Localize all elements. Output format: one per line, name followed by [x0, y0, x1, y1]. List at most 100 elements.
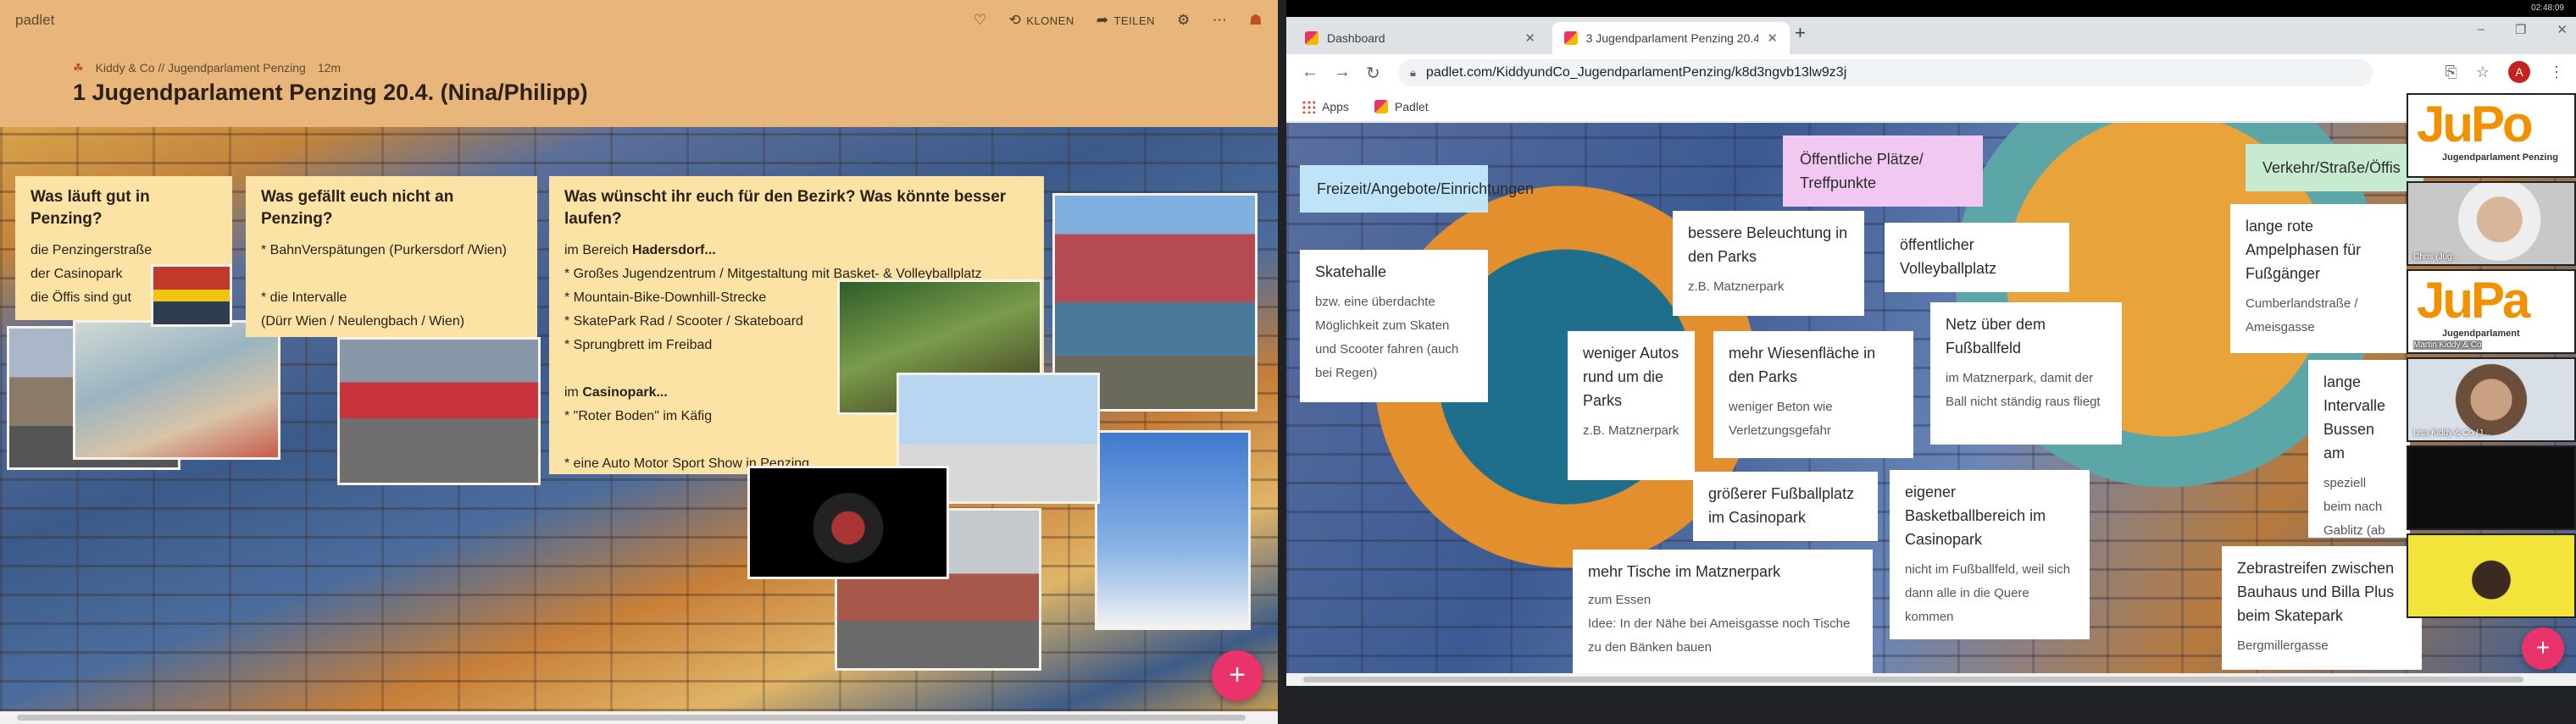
card-fussballplatz[interactable]: größerer Fußballplatz im Casinopark — [1693, 472, 1878, 541]
page-title: 1 Jugendparlament Penzing 20.4. (Nina/Ph… — [73, 80, 588, 105]
jupo-logo-subtitle: Jugendparlament Penzing — [2442, 152, 2558, 163]
profile-avatar[interactable]: A — [2508, 61, 2530, 83]
video-tile-participant[interactable]: Chris (Jug... — [2407, 181, 2576, 266]
padlet-favicon-icon — [1564, 31, 1578, 45]
gear-icon[interactable]: ⚙ — [1177, 12, 1191, 29]
tab-dashboard[interactable]: Dashboard ✕ — [1293, 22, 1547, 54]
card-title: Zebrastreifen zwischen Bauhaus und Billa… — [2237, 560, 2395, 624]
video-tile-jupa[interactable]: JuPa Jugendparlament Martin Kiddy & Co — [2407, 269, 2576, 354]
card-basketballbereich[interactable]: eigener Basketballbereich im Casinopark … — [1890, 470, 2090, 639]
tab-title: Dashboard — [1327, 31, 1385, 45]
lock-icon: 🔒︎ — [1410, 66, 1416, 79]
share-button[interactable]: ➦ TEILEN — [1096, 12, 1155, 29]
bookmark-label: Apps — [1322, 99, 1349, 113]
splash-pool-photo[interactable] — [73, 320, 280, 460]
horizontal-scrollbar[interactable] — [1286, 673, 2576, 686]
video-tile-participant[interactable] — [2407, 533, 2576, 618]
card-beleuchtung[interactable]: bessere Beleuchtung in den Parks z.B. Ma… — [1673, 211, 1864, 316]
card-title: bessere Beleuchtung in den Parks — [1688, 224, 1848, 265]
bookmark-apps[interactable]: Apps — [1302, 99, 1349, 113]
jupo-logo: JuPo — [2417, 96, 2534, 152]
header-actions: ♡ ⟲ KLONEN ➦ TEILEN ⚙ ⋯ ☗ — [974, 12, 1263, 29]
menu-icon[interactable]: ⋮ — [2549, 64, 2564, 81]
card-zebrastreifen[interactable]: Zebrastreifen zwischen Bauhaus und Billa… — [2222, 546, 2422, 670]
card-body: weniger Beton wie Verletzungsgefahr — [1729, 400, 1833, 438]
install-icon[interactable]: ⎘ — [2445, 64, 2457, 81]
padlet-left-window: padlet ♡ ⟲ KLONEN ➦ TEILEN ⚙ ⋯ ☗ ☘ Kiddy &… — [0, 0, 1278, 724]
card-skatehalle[interactable]: Skatehalle bzw. eine überdachte Möglichk… — [1300, 250, 1488, 402]
card-weniger-autos[interactable]: weniger Autos rund um die Parks z.B. Mat… — [1568, 331, 1695, 480]
add-post-button[interactable]: + — [1212, 650, 1263, 701]
tab-jugendparlament[interactable]: 3 Jugendparlament Penzing 20.4. ✕ — [1552, 22, 1790, 54]
card-title: lange rote Ampelphasen für Fußgänger — [2246, 218, 2362, 282]
screen: padlet ♡ ⟲ KLONEN ➦ TEILEN ⚙ ⋯ ☗ ☘ Kiddy &… — [0, 0, 2576, 724]
card-line-bold: Casinopark... — [582, 385, 668, 400]
card-title: Was läuft gut in Penzing? — [31, 188, 150, 228]
jupa-logo-subtitle: Jugendparlament — [2442, 329, 2520, 339]
card-title: mehr Wiesenfläche in den Parks — [1729, 345, 1876, 385]
card-body: Bergmillergasse — [2237, 638, 2329, 653]
card-tische[interactable]: mehr Tische im Matznerpark zum Essen Ide… — [1573, 550, 1873, 675]
scrollbar-thumb[interactable] — [17, 715, 1246, 721]
card-wiesenflaeche[interactable]: mehr Wiesenfläche in den Parks weniger B… — [1713, 331, 1913, 458]
clone-label: KLONEN — [1026, 14, 1074, 27]
column-header-verkehr[interactable]: Verkehr/Straße/Öffis — [2246, 144, 2423, 191]
new-tab-button[interactable]: + — [1795, 22, 1806, 44]
card-line-prefix: im — [564, 385, 583, 400]
card-dislike-in-penzing[interactable]: Was gefällt euch nicht an Penzing? * Bah… — [246, 176, 537, 337]
scrollbar-thumb[interactable] — [1303, 677, 2523, 683]
card-netz[interactable]: Netz über dem Fußballfeld im Matznerpark… — [1930, 302, 2122, 445]
user-avatar-icon[interactable]: ☗ — [1249, 12, 1263, 29]
flag-image-front[interactable] — [151, 264, 232, 327]
clone-button[interactable]: ⟲ KLONEN — [1009, 12, 1074, 29]
card-volleyballplatz[interactable]: öffentlicher Volleyballplatz — [1885, 223, 2069, 292]
card-line: im Bereich Hadersdorf... — [564, 239, 1029, 263]
card-line-prefix: im Bereich — [564, 243, 633, 257]
card-line-bold: Hadersdorf... — [632, 243, 716, 257]
card-intervalle-bussen[interactable]: lange Intervalle Bussen am speziell beim… — [2308, 360, 2410, 538]
card-line: * die Intervalle — [261, 290, 347, 305]
bookmark-padlet[interactable]: Padlet — [1374, 99, 1429, 113]
add-post-button[interactable]: + — [2522, 627, 2564, 670]
participant-name: Lisa Kiddy & Co (J... — [2413, 428, 2490, 438]
close-tab-icon[interactable]: ✕ — [1524, 30, 1535, 46]
card-title: Was wünscht ihr euch für den Bezirk? Was… — [564, 188, 1007, 228]
horizontal-scrollbar[interactable] — [0, 711, 1278, 724]
train-photo[interactable] — [337, 337, 541, 485]
bookmarks-bar: Apps Padlet — [1286, 91, 2576, 122]
participant-name: Chris (Jug... — [2413, 252, 2459, 262]
breadcrumb-owner[interactable]: Kiddy & Co // Jugendparlament Penzing — [96, 61, 306, 75]
padlet-logo[interactable]: padlet — [15, 12, 54, 29]
restore-icon[interactable]: ❐ — [2515, 22, 2526, 37]
share-label: TEILEN — [1113, 14, 1155, 27]
close-tab-icon[interactable]: ✕ — [1767, 30, 1778, 46]
column-header-freizeit[interactable]: Freizeit/Angebote/Einrichtungen — [1300, 165, 1534, 213]
clock-readout: 02:48:09 — [2531, 3, 2564, 13]
video-tile-participant[interactable] — [2407, 445, 2576, 530]
video-tile-jupo[interactable]: JuPo Jugendparlament Penzing — [2407, 93, 2576, 178]
motocross-photo-front[interactable] — [747, 466, 949, 579]
more-icon[interactable]: ⋯ — [1213, 12, 1228, 29]
card-title: weniger Autos rund um die Parks — [1583, 345, 1679, 409]
column-header-plaetze[interactable]: Öffentliche Plätze/ Treffpunkte — [1783, 135, 1983, 207]
top-strip: 02:48:09 — [1286, 0, 2576, 17]
star-icon[interactable]: ☆ — [2476, 64, 2490, 81]
reload-icon[interactable]: ↻ — [1366, 63, 1380, 84]
card-body: speziell beim nach Gablitz (ab 19 Uhr de… — [2323, 476, 2385, 538]
forward-icon[interactable]: → — [1334, 63, 1351, 82]
back-icon[interactable]: ← — [1302, 63, 1319, 82]
video-tile-participant[interactable]: Lisa Kiddy & Co (J... — [2407, 357, 2576, 442]
address-bar[interactable]: 🔒︎ padlet.com/KiddyundCo_Jugendparlament… — [1398, 59, 2373, 86]
minimize-icon[interactable]: – — [2478, 22, 2484, 37]
heart-icon[interactable]: ♡ — [974, 12, 987, 29]
bookmark-label: Padlet — [1394, 99, 1429, 113]
card-ampelphasen[interactable]: lange rote Ampelphasen für Fußgänger Cum… — [2230, 204, 2407, 353]
breadcrumb: ☘ Kiddy & Co // Jugendparlament Penzing … — [73, 61, 341, 75]
toolbar-right: ⎘ ☆ A ⋮ — [2445, 61, 2564, 83]
close-window-icon[interactable]: ✕ — [2557, 22, 2568, 37]
diving-photo[interactable] — [1095, 430, 1251, 630]
url-text: padlet.com/KiddyundCo_JugendparlamentPen… — [1425, 65, 1847, 80]
card-body: Idee: In der Nähe bei Ameisgasse noch Ti… — [1588, 616, 1851, 655]
card-body: bzw. eine überdachte Möglichkeit zum Ska… — [1315, 295, 1459, 380]
tab-title: 3 Jugendparlament Penzing 20.4. — [1585, 31, 1759, 45]
